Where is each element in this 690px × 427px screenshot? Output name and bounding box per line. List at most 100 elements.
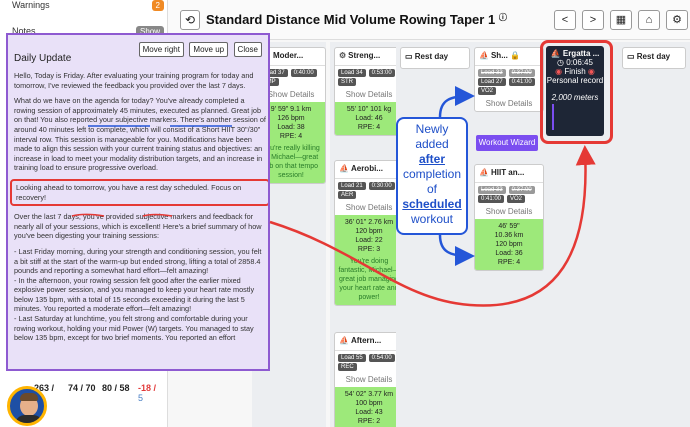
avatar[interactable] <box>7 386 47 426</box>
home-icon[interactable]: ⌂ <box>638 10 660 30</box>
lock-icon: 🔒 <box>507 51 521 60</box>
annotation-line: workout <box>410 212 454 226</box>
coach-note: You're doing fantastic, Michael—great jo… <box>338 258 400 301</box>
summary-line: 10.36 km <box>494 232 524 239</box>
summary-line: 100 bpm <box>355 400 383 407</box>
show-details-button[interactable]: Show Details <box>335 373 403 387</box>
rower-icon: ⛵ <box>339 336 349 345</box>
avatar-hair <box>20 393 38 401</box>
calendar-icon[interactable]: ▦ <box>610 10 632 30</box>
rest-day-card[interactable]: ▭ Rest day <box>400 47 470 69</box>
card-tags: Load 33 0:37:00 0:41:00 VO2 <box>475 183 543 205</box>
tag-old-load: Load 33 <box>478 186 506 194</box>
calendar-column-4: ⛵ Sh... 🔒 Load 33 0:37:00 Load 27 0:41:00… <box>470 42 544 427</box>
stat-4-sub: 5 <box>138 393 144 403</box>
move-right-button[interactable]: Move right <box>138 42 184 57</box>
tag-load: Load 21 <box>338 182 366 190</box>
rower-icon: ⛵ <box>339 164 349 173</box>
stat-4: -18 / 5 <box>138 383 156 403</box>
history-icon[interactable]: ⟲ <box>180 10 200 30</box>
summary-line: Load: 22 <box>355 237 383 244</box>
workout-card-strength[interactable]: ⚙ Streng... Load 34 0:53:00 STR Show Deta… <box>334 47 404 136</box>
popup-body: Hello, Today is Friday. After evaluating… <box>10 71 268 349</box>
rest-day-label: ▭ Rest day <box>401 48 469 68</box>
rest-day-card[interactable]: ▭ Rest day <box>622 47 686 69</box>
dumbbell-icon: ⚙ <box>339 51 347 60</box>
daily-update-popup: Move right Move up Close Daily Update He… <box>6 33 270 371</box>
annotation-line: Newly <box>415 122 449 136</box>
tag-type: STR <box>338 78 356 86</box>
workout-card-afternoon[interactable]: ⛵ Aftern... Load 55 0:54:00 REC Show Deta… <box>334 332 404 427</box>
tag-type: VO2 <box>478 87 497 95</box>
summary-line: Load: 46 <box>355 115 383 122</box>
plan-title: Standard Distance Mid Volume Rowing Tape… <box>206 12 507 27</box>
move-up-button[interactable]: Move up <box>189 42 229 57</box>
summary-line: RPE: 3 <box>357 246 381 253</box>
annotation-line: scheduled <box>402 197 462 211</box>
completion-summary: 54' 02" 3.77 km 100 bpm Load: 43 RPE: 2 <box>335 387 403 427</box>
card-title: Aftern... <box>350 336 382 345</box>
summary-line: 46' 59" <box>498 223 520 230</box>
highlight-ring <box>540 40 613 144</box>
rest-day-label: ▭ Rest day <box>623 48 685 68</box>
card-title: HIIT an... <box>490 168 525 177</box>
rest-day-text: Rest day <box>414 52 449 61</box>
popup-controls: Move right Move up Close <box>138 39 262 57</box>
workout-card-short-hiit[interactable]: ⛵ Sh... 🔒 Load 33 0:37:00 Load 27 0:41:00… <box>474 47 544 112</box>
summary-line: 120 bpm <box>495 241 523 248</box>
summary-line: 54' 02" 3.77 km <box>344 391 394 398</box>
tag-old-load: Load 33 <box>478 69 506 77</box>
card-tags: Load 21 0:30:00 AER <box>335 179 403 201</box>
popup-paragraph: - In the afternoon, your rowing session … <box>14 275 255 314</box>
annotation-line: after <box>418 152 445 166</box>
tag-duration: 0:41:00 <box>508 78 535 86</box>
card-title: Sh... <box>490 51 508 60</box>
show-details-button[interactable]: Show Details <box>475 97 543 111</box>
tag-old-duration: 0:37:00 <box>508 186 535 194</box>
chevron-left-icon[interactable]: < <box>554 10 576 30</box>
stat-2: 74 / 70 <box>68 383 96 393</box>
completion-summary: 55' 10" 101 kg Load: 46 RPE: 4 <box>335 102 403 135</box>
info-icon[interactable]: ⓘ <box>499 13 507 22</box>
rest-day-text: Rest day <box>636 52 671 61</box>
tag-duration: 0:53:00 <box>368 69 395 77</box>
card-tags: Load 33 0:37:00 Load 27 0:41:00 VO2 <box>475 66 543 97</box>
card-header: ⛵ Sh... 🔒 <box>475 48 543 66</box>
annotation-line: added <box>415 137 449 151</box>
summary-line: 120 bpm <box>355 228 383 235</box>
tag-duration: 0:30:00 <box>368 182 395 190</box>
popup-paragraph: What do we have on the agenda for today?… <box>14 96 266 173</box>
show-details-button[interactable]: Show Details <box>475 205 543 219</box>
popup-paragraph: Hello, Today is Friday. After evaluating… <box>14 71 254 90</box>
summary-line: 36' 01" 2.76 km <box>344 219 394 226</box>
card-title: Streng... <box>348 51 381 60</box>
summary-line: RPE: 4 <box>497 259 521 266</box>
workout-card-hiit[interactable]: ⛵ HIIT an... Load 33 0:37:00 0:41:00 VO2 … <box>474 164 544 271</box>
annotation-callout: Newly added after completion of schedule… <box>396 117 468 235</box>
stat-3-value: 80 / 58 <box>102 383 130 393</box>
show-details-button[interactable]: Show Details <box>335 201 403 215</box>
gear-icon[interactable]: ⚙ <box>666 10 688 30</box>
completion-summary: 46' 59" 10.36 km 120 bpm Load: 36 RPE: 4 <box>475 219 543 270</box>
workout-card-aerobic[interactable]: ⛵ Aerobi... Load 21 0:30:00 AER Show Deta… <box>334 160 404 306</box>
tag-type: AER <box>338 191 357 199</box>
popup-paragraph: Over the last 7 days, you've provided su… <box>14 212 262 241</box>
popup-paragraph: - Last Friday morning, during your stren… <box>14 246 262 276</box>
show-details-button[interactable]: Show Details <box>335 88 403 102</box>
summary-line: Load: 43 <box>355 409 383 416</box>
annotation-line: of <box>426 182 437 196</box>
tag-load: Load 27 <box>478 78 506 86</box>
tag-old-duration: 0:37:00 <box>508 69 535 77</box>
tag-duration: 0:40:00 <box>290 69 317 77</box>
workout-wizard-button[interactable]: Workout Wizard <box>476 135 538 151</box>
chevron-right-icon[interactable]: > <box>582 10 604 30</box>
annotation-line: completion <box>402 167 462 181</box>
close-button[interactable]: Close <box>233 42 262 57</box>
card-header: ⚙ Streng... <box>335 48 403 66</box>
sidebar-item-warnings[interactable]: Warnings 2 <box>0 0 168 14</box>
tag-duration: 0:54:00 <box>368 354 395 362</box>
stat-2-value: 74 / 70 <box>68 383 96 393</box>
card-title: Moder... <box>272 51 304 60</box>
calendar-column-2: ⚙ Streng... Load 34 0:53:00 STR Show Deta… <box>330 42 404 427</box>
warnings-label: Warnings <box>12 0 50 10</box>
